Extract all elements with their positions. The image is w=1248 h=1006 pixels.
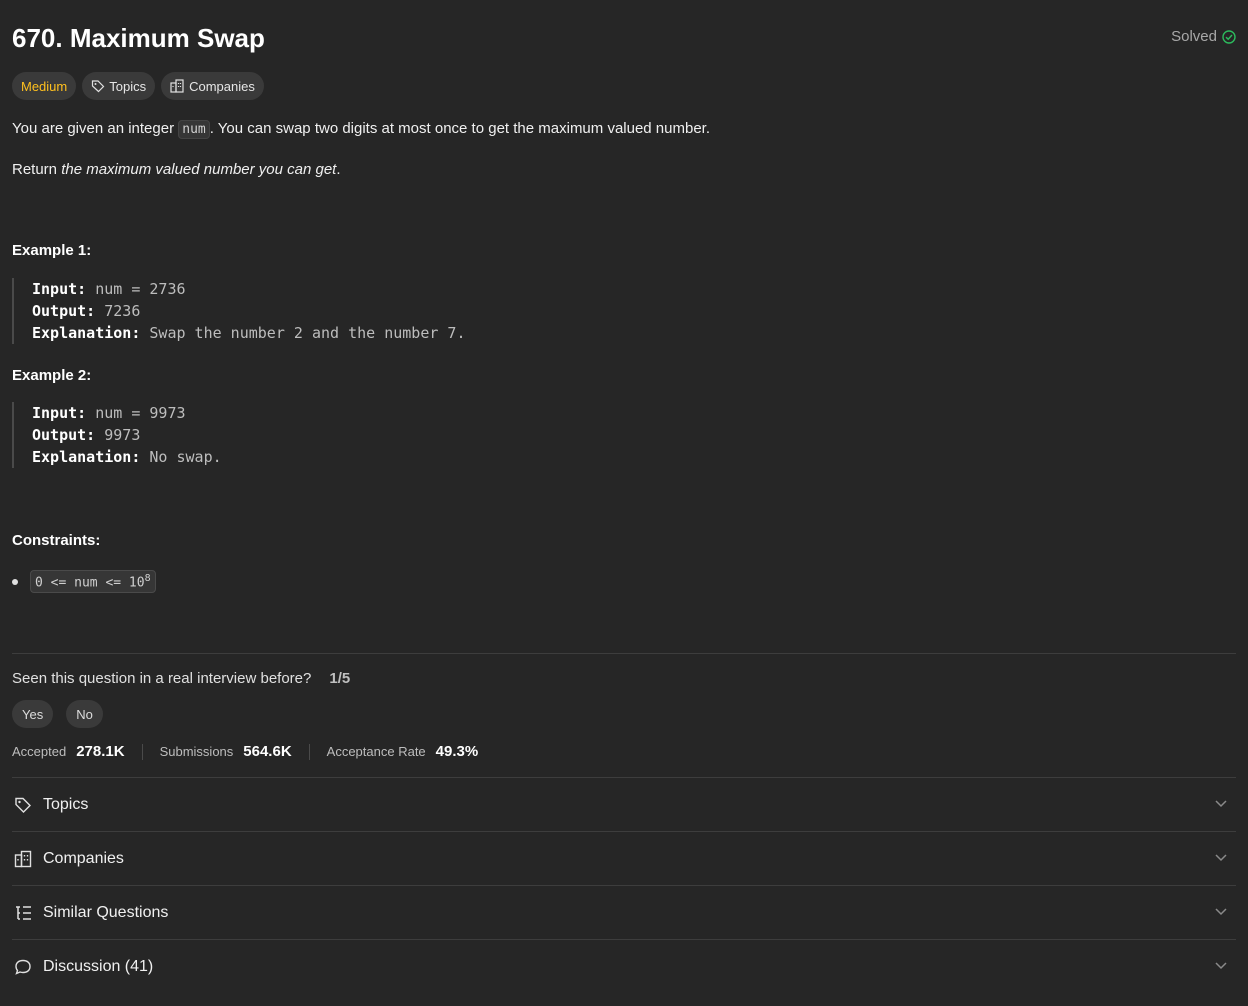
companies-tag-button[interactable]: Companies [161,72,264,100]
explanation-value: No swap. [149,448,222,466]
companies-tag-label: Companies [189,78,255,94]
section-companies[interactable]: Companies [12,832,1236,885]
constraint-exponent: 8 [144,573,151,584]
check-circle-icon [1222,29,1236,44]
building-icon [12,848,34,870]
stats-separator [141,743,143,760]
desc-emphasis: the maximum valued number you can get [61,161,337,178]
topics-tag-button[interactable]: Topics [82,72,156,100]
accepted-value: 278.1K [76,743,125,760]
desc-text: You are given an integer [12,120,179,137]
chat-bubble-icon [12,956,34,978]
tag-icon [92,80,105,93]
input-label: Input: [32,280,87,298]
chevron-down-icon [1215,908,1227,916]
building-icon [170,79,184,93]
input-value: num = 9973 [95,404,186,422]
submissions-value: 564.6K [243,743,292,760]
output-label: Output: [32,302,96,320]
example-1-block: Input: num = 2736 Output: 7236 Explanati… [12,278,465,344]
title-row: 670. Maximum Swap Solved [12,22,1236,54]
output-value: 7236 [104,302,141,320]
solved-label: Solved [1171,28,1217,45]
example-1-input: Input: num = 2736 [32,278,465,300]
desc-text: . [336,161,341,178]
interview-question-text: Seen this question in a real interview b… [12,670,312,687]
chevron-down-icon [1215,962,1227,970]
output-label: Output: [32,426,96,444]
input-label: Input: [32,404,87,422]
description-line-2: Return the maximum valued number you can… [12,159,341,181]
chevron-down-icon [1215,800,1227,808]
example-2-title: Example 2: [12,367,92,384]
interview-rate: 1/5 [329,670,351,687]
section-discussion[interactable]: Discussion (41) [12,940,1236,993]
input-value: num = 2736 [95,280,186,298]
stats-row: Accepted 278.1K Submissions 564.6K Accep… [12,743,478,760]
acceptance-rate-value: 49.3% [435,743,479,760]
divider [12,653,1236,654]
example-2-input: Input: num = 9973 [32,402,222,424]
submissions-label: Submissions [159,744,234,759]
output-value: 9973 [104,426,141,444]
explanation-label: Explanation: [32,324,141,342]
constraints-title: Constraints: [12,532,101,549]
bullet [12,578,18,585]
example-2-block: Input: num = 9973 Output: 9973 Explanati… [12,402,222,468]
description-line-1: You are given an integer num. You can sw… [12,118,710,141]
no-button[interactable]: No [66,700,103,728]
difficulty-badge: Medium [12,72,77,100]
constraint-item: 0 <= num <= 108 [12,570,156,594]
tag-icon [12,794,34,816]
interview-answer-buttons: Yes No [12,700,103,728]
example-1-output: Output: 7236 [32,300,465,322]
inline-code-num: num [178,120,210,139]
problem-title[interactable]: 670. Maximum Swap [12,22,265,54]
explanation-label: Explanation: [32,448,141,466]
desc-text: . You can swap two digits at most once t… [209,120,711,137]
desc-text: Return [12,161,62,178]
stats-separator [308,743,310,760]
constraint-code: 0 <= num <= 108 [30,570,156,594]
list-tree-icon [12,902,34,924]
yes-button[interactable]: Yes [12,700,54,728]
section-companies-label: Companies [43,849,124,867]
example-2-output: Output: 9973 [32,424,222,446]
solved-status: Solved [1171,28,1236,45]
section-similar-questions-label: Similar Questions [43,903,169,921]
topics-tag-label: Topics [109,78,147,94]
example-2-explanation: Explanation: No swap. [32,446,222,468]
section-topics-label: Topics [43,795,89,813]
section-similar-questions[interactable]: Similar Questions [12,886,1236,939]
section-discussion-label: Discussion (41) [43,957,154,975]
section-topics[interactable]: Topics [12,778,1236,831]
acceptance-rate-label: Acceptance Rate [326,744,426,759]
chevron-down-icon [1215,854,1227,862]
tag-row: Medium Topics Companies [12,72,264,100]
example-1-title: Example 1: [12,242,92,259]
accepted-label: Accepted [12,744,67,759]
interview-question: Seen this question in a real interview b… [12,670,350,687]
example-1-explanation: Explanation: Swap the number 2 and the n… [32,322,465,344]
constraint-base: 0 <= num <= 10 [35,575,145,591]
explanation-value: Swap the number 2 and the number 7. [149,324,466,342]
